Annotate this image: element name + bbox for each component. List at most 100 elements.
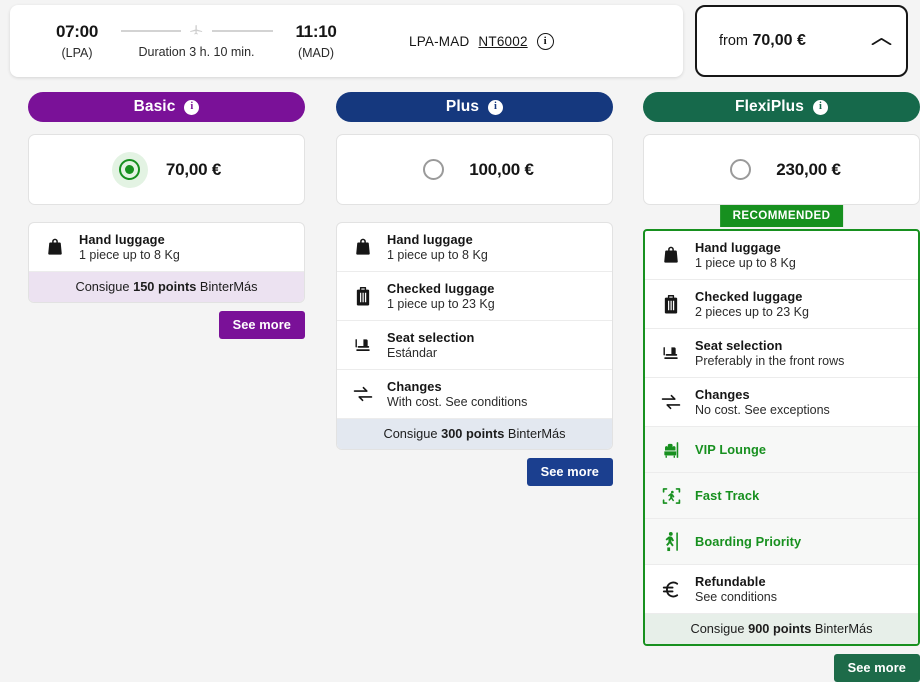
seat-icon — [352, 336, 374, 355]
hand-luggage-icon — [352, 237, 374, 257]
points-value: 150 points — [133, 279, 196, 294]
feature-text: Checked luggage 1 piece up to 23 Kg — [387, 281, 495, 311]
price-card-basic[interactable]: 70,00 € — [28, 134, 305, 205]
arrival-block: 11:10 (MAD) — [279, 22, 353, 60]
arrival-time: 11:10 — [295, 22, 336, 42]
arrival-airport-code: (MAD) — [298, 46, 334, 60]
fast-track-icon — [660, 486, 682, 506]
info-icon[interactable]: i — [537, 33, 554, 50]
feature-panel-plus: Hand luggage 1 piece up to 8 Kg Checked … — [336, 222, 613, 450]
recommended-badge: RECOMMENDED — [720, 205, 844, 227]
seat-icon — [660, 344, 682, 363]
feature-title: Changes — [695, 387, 830, 402]
points-value: 300 points — [441, 426, 504, 441]
feature-row: Refundable See conditions — [645, 565, 918, 614]
info-icon[interactable]: i — [813, 100, 828, 115]
euro-icon — [660, 579, 682, 600]
chevron-up-icon[interactable] — [870, 37, 893, 46]
feature-text: Seat selection Estándar — [387, 330, 474, 360]
feature-title: Seat selection — [387, 330, 474, 345]
feature-title: Refundable — [695, 574, 777, 589]
fare-column-basic: Basic i 70,00 € Hand luggage 1 piece up … — [28, 92, 305, 682]
feature-subtitle: 1 piece up to 23 Kg — [387, 297, 495, 311]
from-label: from — [719, 33, 748, 49]
feature-title: Boarding Priority — [695, 534, 801, 549]
price-plus: 100,00 € — [469, 160, 534, 180]
path-line-right — [212, 30, 273, 32]
feature-text: Hand luggage 1 piece up to 8 Kg — [387, 232, 488, 262]
feature-title: Fast Track — [695, 488, 759, 503]
checked-luggage-icon — [352, 286, 374, 307]
route-block: LPA-MAD NT6002 i — [409, 33, 554, 50]
price-basic: 70,00 € — [166, 160, 221, 180]
fare-column-flexiplus: FlexiPlus i 230,00 € RECOMMENDED Hand lu… — [643, 92, 920, 682]
radio-plus[interactable] — [423, 159, 444, 180]
info-icon[interactable]: i — [488, 100, 503, 115]
checked-luggage-icon — [660, 294, 682, 315]
feature-title: Checked luggage — [695, 289, 809, 304]
feature-title: VIP Lounge — [695, 442, 766, 457]
feature-row: Hand luggage 1 piece up to 8 Kg — [645, 231, 918, 280]
route-label: LPA-MAD — [409, 34, 469, 49]
points-prefix: Consigue — [690, 621, 748, 636]
radio-wrapper-basic — [112, 152, 148, 188]
feature-panel-flexiplus: Hand luggage 1 piece up to 8 Kg Checked … — [643, 229, 920, 646]
see-more-row-basic: See more — [28, 311, 305, 339]
feature-row: Hand luggage 1 piece up to 8 Kg — [337, 223, 612, 272]
see-more-row-flexiplus: See more — [643, 654, 920, 682]
points-suffix: BinterMás — [811, 621, 872, 636]
feature-row: Changes With cost. See conditions — [337, 370, 612, 419]
feature-text: Fast Track — [695, 488, 759, 503]
airplane-icon — [181, 22, 212, 37]
points-prefix: Consigue — [383, 426, 441, 441]
price-card-flexiplus[interactable]: 230,00 € — [643, 134, 920, 205]
radio-basic[interactable] — [119, 159, 140, 180]
feature-title: Changes — [387, 379, 527, 394]
tier-header-flexiplus[interactable]: FlexiPlus i — [643, 92, 920, 122]
points-band-flexiplus: Consigue 900 points BinterMás — [645, 614, 918, 644]
feature-subtitle: No cost. See exceptions — [695, 403, 830, 417]
points-prefix: Consigue — [75, 279, 133, 294]
see-more-button-flexiplus[interactable]: See more — [834, 654, 920, 682]
see-more-button-basic[interactable]: See more — [219, 311, 305, 339]
flight-summary-bar: 07:00 (LPA) Duration 3 h. 10 min. 11:10 … — [10, 5, 683, 77]
feature-row: Checked luggage 1 piece up to 23 Kg — [337, 272, 612, 321]
see-more-button-plus[interactable]: See more — [527, 458, 613, 486]
feature-title: Hand luggage — [387, 232, 488, 247]
tier-header-basic[interactable]: Basic i — [28, 92, 305, 122]
flight-number-link[interactable]: NT6002 — [478, 34, 527, 49]
feature-text: Refundable See conditions — [695, 574, 777, 604]
feature-text: Changes No cost. See exceptions — [695, 387, 830, 417]
from-price-toggle[interactable]: from 70,00 € — [695, 5, 908, 77]
hand-luggage-icon — [660, 245, 682, 265]
tier-header-plus[interactable]: Plus i — [336, 92, 613, 122]
feature-text: Hand luggage 1 piece up to 8 Kg — [79, 232, 180, 262]
info-icon[interactable]: i — [184, 100, 199, 115]
tier-name-plus: Plus — [446, 98, 479, 116]
feature-text: VIP Lounge — [695, 442, 766, 457]
feature-subtitle: With cost. See conditions — [387, 395, 527, 409]
feature-title: Hand luggage — [695, 240, 796, 255]
feature-subtitle: 2 pieces up to 23 Kg — [695, 305, 809, 319]
feature-text: Changes With cost. See conditions — [387, 379, 527, 409]
duration-text: Duration 3 h. 10 min. — [138, 45, 254, 59]
feature-subtitle: Preferably in the front rows — [695, 354, 844, 368]
hand-luggage-icon — [44, 237, 66, 257]
boarding-priority-icon — [660, 531, 682, 552]
feature-text: Seat selection Preferably in the front r… — [695, 338, 844, 368]
feature-row: Seat selection Preferably in the front r… — [645, 329, 918, 378]
price-card-plus[interactable]: 100,00 € — [336, 134, 613, 205]
feature-subtitle: 1 piece up to 8 Kg — [695, 256, 796, 270]
feature-row: Seat selection Estándar — [337, 321, 612, 370]
changes-arrows-icon — [352, 385, 374, 403]
feature-subtitle: 1 piece up to 8 Kg — [79, 248, 180, 262]
radio-flexiplus[interactable] — [730, 159, 751, 180]
vip-lounge-icon — [660, 440, 682, 460]
feature-row: Hand luggage 1 piece up to 8 Kg — [29, 223, 304, 272]
points-band-basic: Consigue 150 points BinterMás — [29, 272, 304, 302]
feature-row: VIP Lounge — [645, 427, 918, 473]
duration-block: Duration 3 h. 10 min. — [114, 23, 279, 59]
points-band-plus: Consigue 300 points BinterMás — [337, 419, 612, 449]
feature-title: Seat selection — [695, 338, 844, 353]
tier-name-flexiplus: FlexiPlus — [735, 98, 804, 116]
